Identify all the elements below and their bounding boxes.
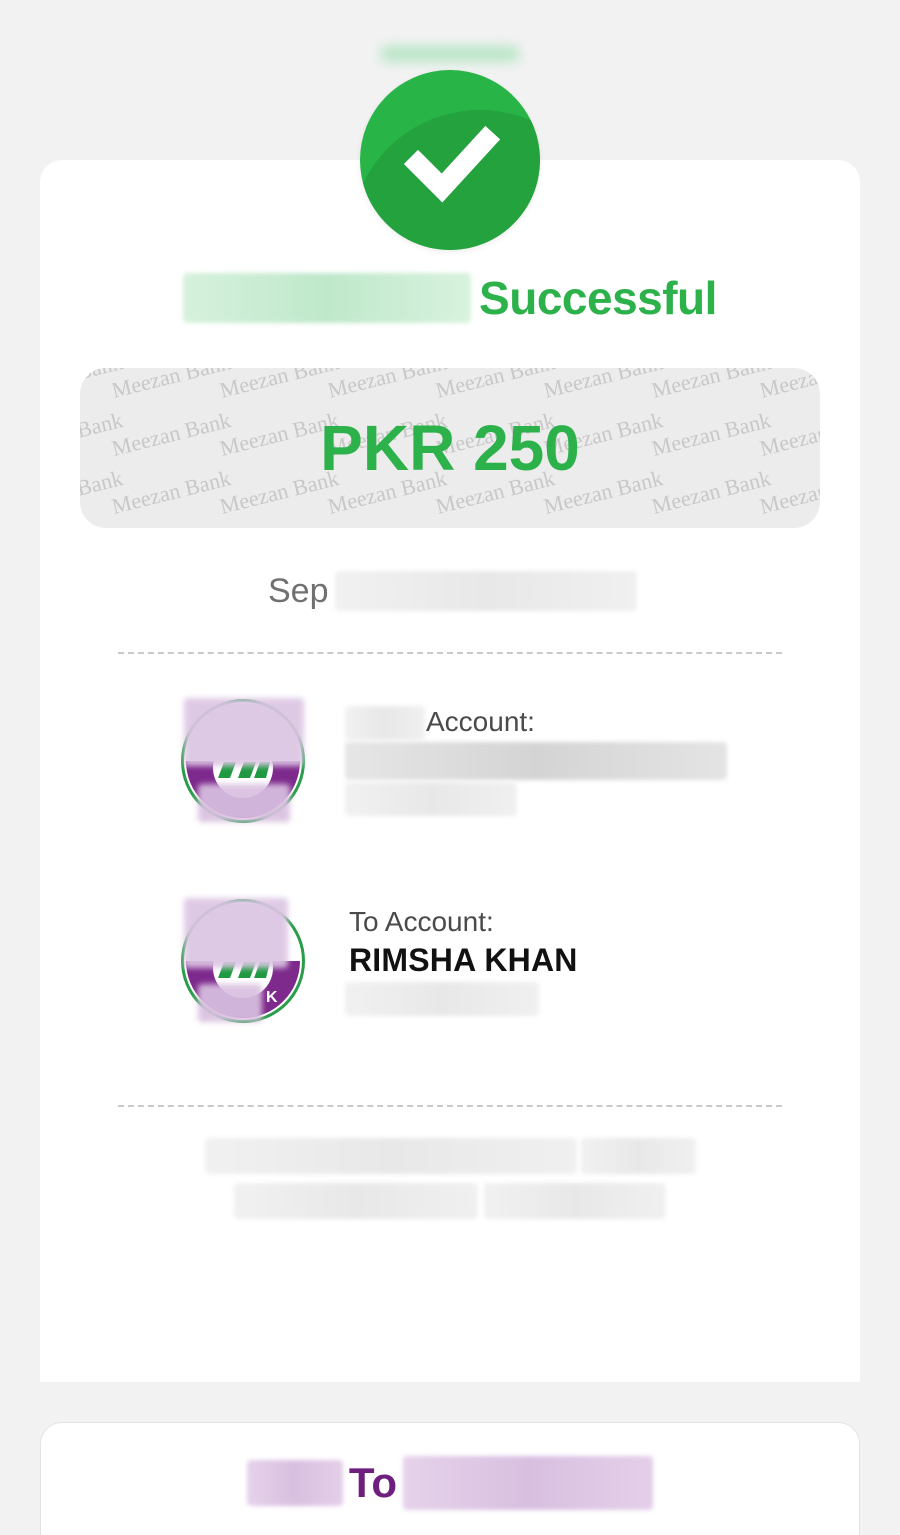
redacted-from-account-number (345, 782, 517, 816)
redacted-share-prefix (246, 1460, 343, 1506)
from-account-label: Account: (426, 706, 535, 737)
date-month: Sep (268, 571, 329, 610)
redacted-to-account-number (345, 982, 539, 1016)
to-account-name: RIMSHA KHAN (349, 942, 578, 978)
transaction-receipt-page: Successful Meezan Bank Meezan Bank Meezan … (0, 0, 900, 1535)
success-check-icon (360, 70, 540, 250)
svg-text:K: K (266, 989, 278, 1006)
from-bank-logo (180, 698, 306, 824)
top-glow (380, 46, 520, 62)
status-text: Successful (479, 272, 717, 324)
share-row[interactable]: To (0, 1455, 900, 1511)
divider-top (118, 652, 782, 654)
redacted-transaction-type (183, 273, 472, 323)
to-bank-logo: K (180, 898, 306, 1024)
divider-bottom (118, 1105, 782, 1107)
to-account-label: To Account: (349, 906, 494, 937)
status-row: Successful (0, 268, 900, 328)
redacted-account-prefix (345, 706, 425, 740)
redacted-reference-line-2b (484, 1183, 666, 1219)
share-to-label: To (348, 1459, 398, 1506)
amount-box: Meezan Bank Meezan Bank Meezan Bank Meezan … (80, 368, 820, 528)
redacted-reference-line-1b (581, 1138, 696, 1174)
date-row: Sep (268, 566, 637, 616)
redacted-date (334, 571, 637, 611)
redacted-reference-line-2a (234, 1183, 478, 1219)
redacted-share-target (403, 1456, 654, 1510)
redacted-from-account-name (345, 742, 727, 780)
amount-text: PKR 250 (320, 412, 580, 484)
redacted-reference-line-1a (205, 1138, 577, 1174)
